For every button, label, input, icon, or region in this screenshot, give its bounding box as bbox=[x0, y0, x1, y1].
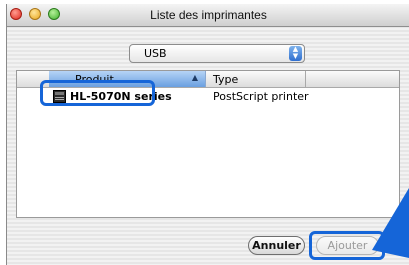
connection-type-value: USB bbox=[144, 47, 167, 60]
window-title: Liste des imprimantes bbox=[150, 8, 267, 22]
cancel-button[interactable]: Annuler bbox=[248, 236, 305, 255]
column-divider bbox=[305, 71, 306, 87]
printer-list-window: Liste des imprimantes USB ▲ ▼ Produit ▲ T… bbox=[6, 4, 409, 265]
pointer-arrow-icon bbox=[372, 188, 409, 258]
popup-arrows-icon: ▲ ▼ bbox=[289, 46, 302, 61]
column-header-type[interactable]: Type bbox=[213, 73, 238, 86]
printer-type: PostScript printer bbox=[213, 90, 309, 103]
sort-ascending-icon: ▲ bbox=[191, 73, 198, 82]
connection-type-popup[interactable]: USB ▲ ▼ bbox=[129, 44, 305, 63]
printer-row-highlight bbox=[40, 80, 155, 106]
title-bar[interactable]: Liste des imprimantes bbox=[7, 4, 409, 27]
